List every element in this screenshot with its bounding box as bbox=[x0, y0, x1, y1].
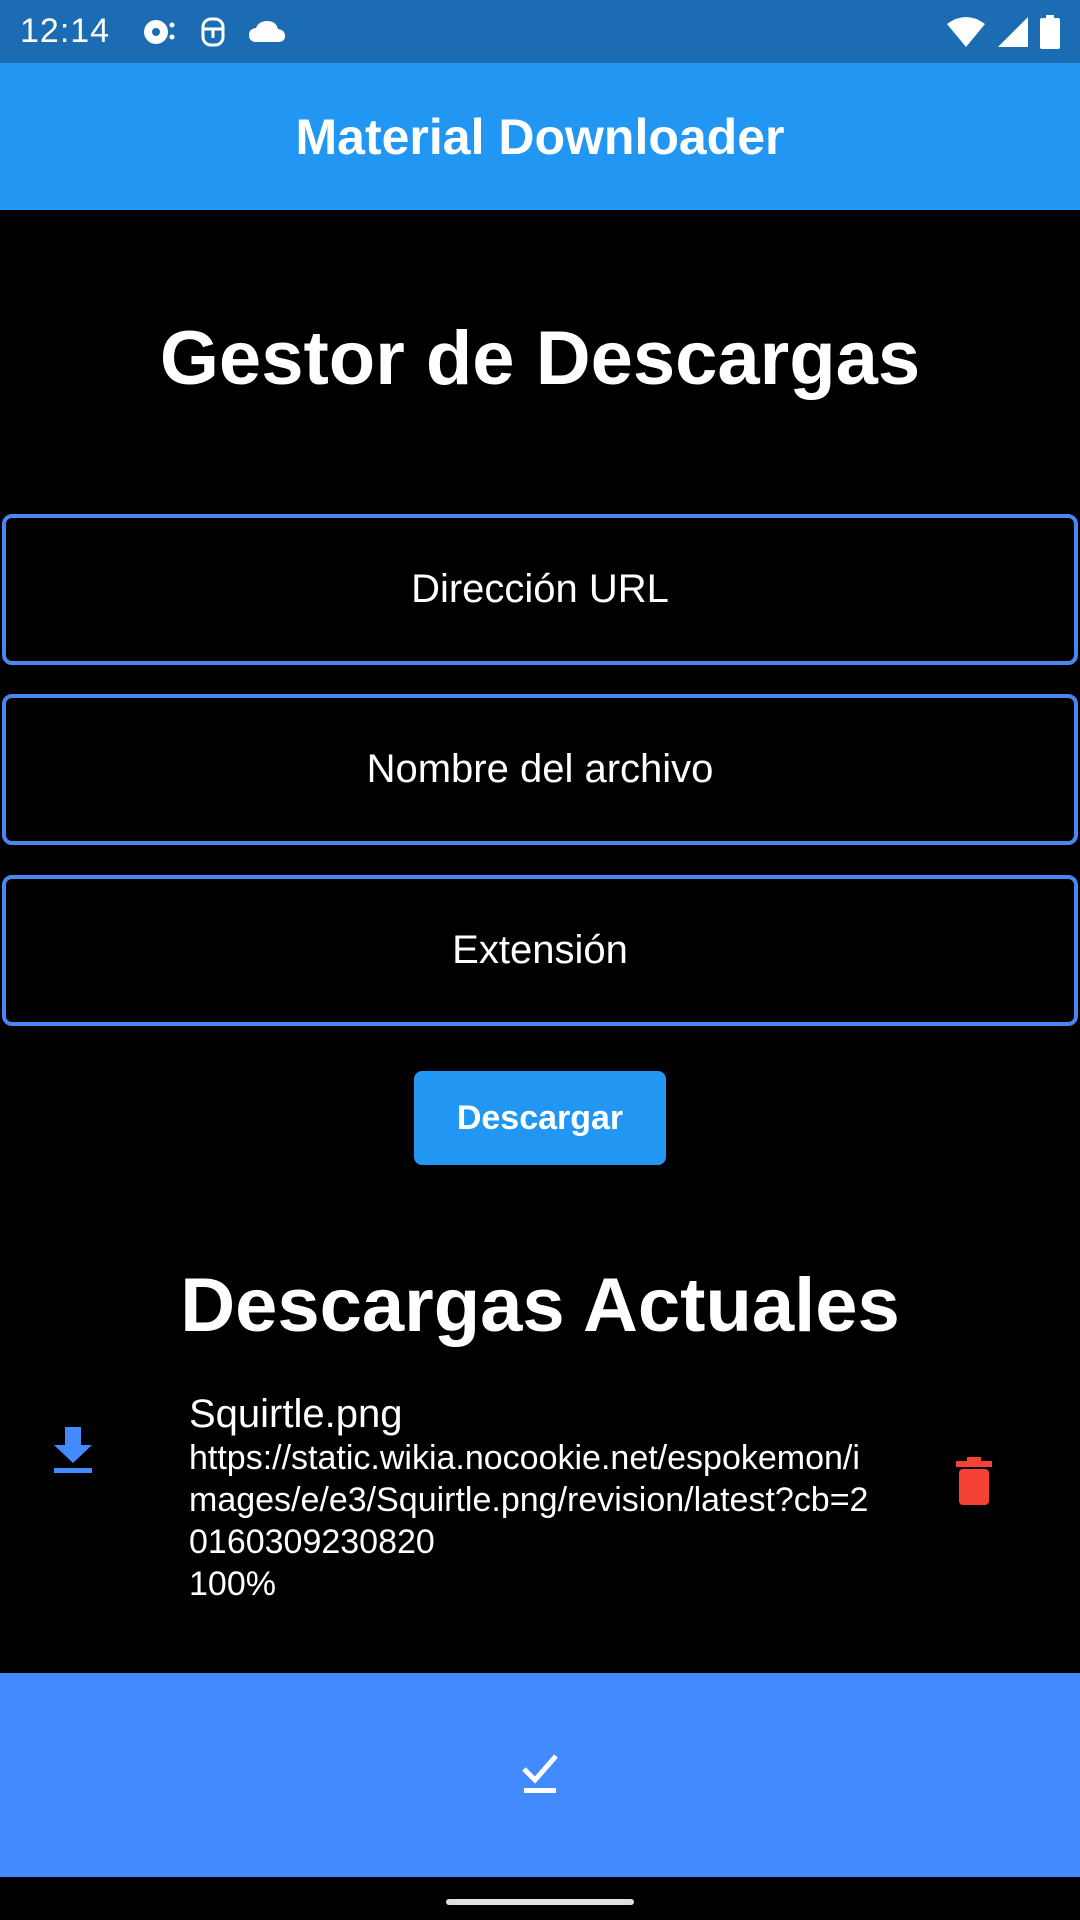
status-bar: 12:14 bbox=[0, 0, 1080, 63]
signal-icon bbox=[996, 16, 1030, 48]
download-item: Squirtle.png https://static.wikia.nocook… bbox=[0, 1385, 1080, 1615]
url-field[interactable] bbox=[2, 514, 1078, 665]
filename-field[interactable] bbox=[2, 694, 1078, 845]
status-left-icons bbox=[142, 16, 286, 48]
downloads-heading: Descargas Actuales bbox=[180, 1263, 900, 1348]
bottom-bar bbox=[0, 1673, 1080, 1877]
filename-input[interactable] bbox=[6, 698, 1074, 841]
home-handle[interactable] bbox=[446, 1899, 634, 1905]
status-time: 12:14 bbox=[20, 12, 111, 50]
wifi-icon bbox=[946, 16, 986, 48]
status-right-icons bbox=[946, 14, 1060, 49]
battery-icon bbox=[1040, 14, 1060, 49]
download-progress: 100% bbox=[189, 1565, 276, 1603]
media-icon bbox=[142, 17, 178, 47]
delete-icon[interactable] bbox=[955, 1457, 993, 1510]
download-item-text: Squirtle.png https://static.wikia.nocook… bbox=[189, 1391, 869, 1605]
app-title: Material Downloader bbox=[295, 108, 785, 165]
extension-field[interactable] bbox=[2, 875, 1078, 1026]
android-icon bbox=[200, 16, 226, 48]
url-input[interactable] bbox=[6, 518, 1074, 661]
download-icon bbox=[52, 1425, 94, 1480]
download-file-name: Squirtle.png bbox=[189, 1392, 403, 1436]
cloud-icon bbox=[248, 20, 286, 44]
app-bar: Material Downloader bbox=[0, 63, 1080, 210]
download-button[interactable]: Descargar bbox=[414, 1071, 666, 1165]
page-heading: Gestor de Descargas bbox=[159, 316, 921, 401]
extension-input[interactable] bbox=[6, 879, 1074, 1022]
done-check-icon[interactable] bbox=[521, 1752, 559, 1799]
download-file-url: https://static.wikia.nocookie.net/espoke… bbox=[189, 1439, 869, 1561]
